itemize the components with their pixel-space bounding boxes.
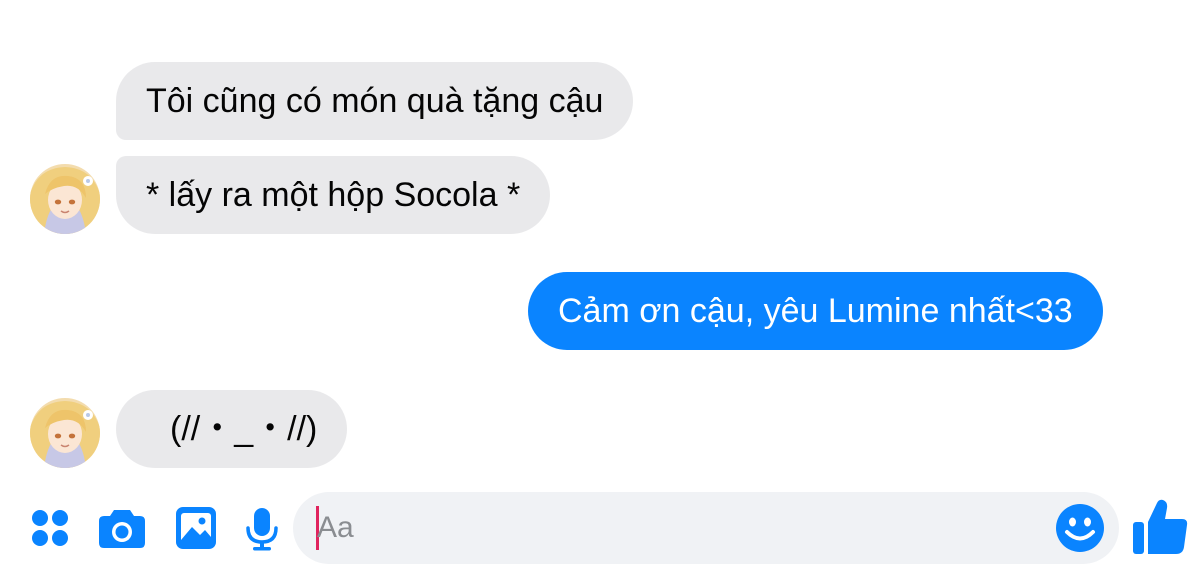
avatar[interactable] xyxy=(30,398,100,468)
avatar-image xyxy=(30,398,100,468)
emoji-icon[interactable] xyxy=(1055,503,1105,553)
thumbs-up-icon[interactable] xyxy=(1131,498,1189,556)
avatar-image xyxy=(30,164,100,234)
message-composer xyxy=(293,492,1119,564)
avatar[interactable] xyxy=(30,164,100,234)
apps-icon[interactable] xyxy=(30,508,70,548)
microphone-icon[interactable] xyxy=(245,507,279,551)
camera-icon[interactable] xyxy=(98,507,146,549)
message-text: Cảm ơn cậu, yêu Lumine nhất<33 xyxy=(558,292,1073,330)
message-text: (//・_・//) xyxy=(170,410,318,448)
message-bubble-incoming[interactable]: * lấy ra một hộp Socola * xyxy=(116,156,551,234)
chat-window: Tôi cũng có món quà tặng cậu * lấy ra mộ… xyxy=(0,0,1200,572)
message-text: * lấy ra một hộp Socola * xyxy=(146,176,521,214)
message-text: Tôi cũng có món quà tặng cậu xyxy=(146,82,604,120)
message-bubble-incoming[interactable]: Tôi cũng có món quà tặng cậu xyxy=(116,62,634,140)
image-icon[interactable] xyxy=(175,506,217,550)
message-input[interactable] xyxy=(317,504,1037,552)
message-bubble-incoming[interactable]: (//・_・//) xyxy=(116,390,348,468)
message-bubble-outgoing[interactable]: Cảm ơn cậu, yêu Lumine nhất<33 xyxy=(528,272,1103,350)
